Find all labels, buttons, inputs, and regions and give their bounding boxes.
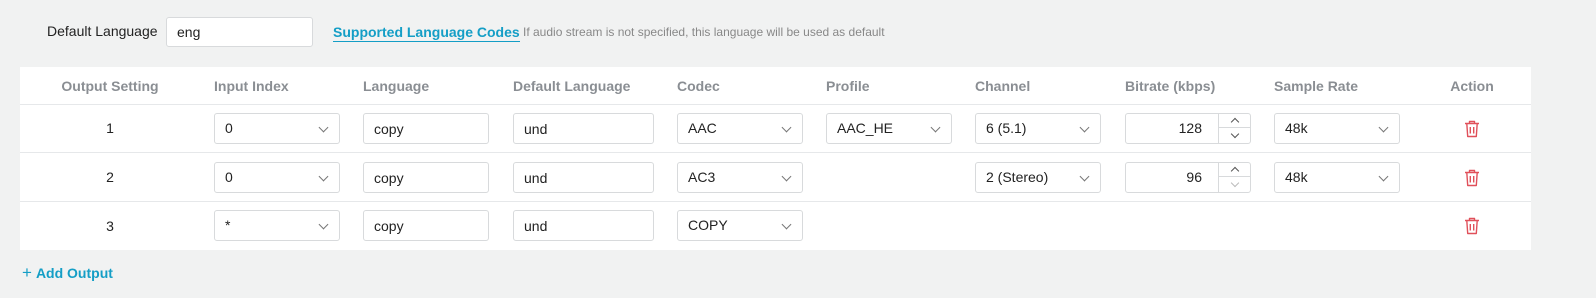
header-profile: Profile — [826, 78, 870, 94]
input-index-value: * — [225, 217, 231, 233]
trash-icon[interactable] — [1464, 169, 1480, 187]
language-input[interactable] — [363, 113, 489, 144]
default-language-label: Default Language — [47, 23, 158, 39]
profile-select[interactable]: AAC_HE — [826, 113, 952, 144]
add-output-label: Add Output — [35, 265, 113, 281]
chevron-down-icon — [930, 122, 941, 133]
audio-output-table: Output Setting Input Index Language Defa… — [20, 67, 1531, 250]
plus-icon: + — [22, 263, 32, 282]
channel-select[interactable]: 2 (Stereo) — [975, 162, 1101, 193]
header-sample-rate: Sample Rate — [1274, 78, 1359, 94]
default-language-field[interactable] — [513, 162, 654, 193]
default-language-field[interactable] — [513, 210, 654, 241]
table-row: 2 0 AC3 2 (Stereo) 96 48k — [20, 153, 1531, 202]
bitrate-value[interactable]: 96 — [1126, 163, 1218, 192]
chevron-down-icon — [1378, 171, 1389, 182]
input-index-select[interactable]: 0 — [214, 162, 340, 193]
stepper-controls — [1218, 163, 1250, 192]
table-row: 1 0 AAC AAC_HE 6 (5.1) 128 48k — [20, 105, 1531, 153]
table-row: 3 * COPY — [20, 202, 1531, 250]
default-language-row: Default Language Supported Language Code… — [0, 17, 1596, 47]
profile-value: AAC_HE — [837, 120, 894, 136]
channel-value: 6 (5.1) — [986, 120, 1027, 136]
sample-rate-select[interactable]: 48k — [1274, 162, 1400, 193]
chevron-down-icon — [781, 171, 792, 182]
codec-value: AC3 — [688, 169, 716, 185]
chevron-down-icon — [1079, 171, 1090, 182]
sample-rate-value: 48k — [1285, 120, 1308, 136]
channel-value: 2 (Stereo) — [986, 169, 1049, 185]
header-channel: Channel — [975, 78, 1031, 94]
header-output-setting: Output Setting — [61, 78, 159, 94]
language-input[interactable] — [363, 210, 489, 241]
header-codec: Codec — [677, 78, 720, 94]
codec-value: COPY — [688, 217, 728, 233]
input-index-value: 0 — [225, 169, 233, 185]
decrement-button[interactable] — [1219, 178, 1250, 192]
decrement-button[interactable] — [1219, 129, 1250, 143]
table-header: Output Setting Input Index Language Defa… — [20, 67, 1531, 105]
input-index-select[interactable]: * — [214, 210, 340, 241]
header-action: Action — [1450, 78, 1494, 94]
codec-value: AAC — [688, 120, 717, 136]
chevron-down-icon — [1378, 122, 1389, 133]
codec-select[interactable]: AAC — [677, 113, 803, 144]
output-setting-number: 2 — [106, 169, 114, 185]
channel-select[interactable]: 6 (5.1) — [975, 113, 1101, 144]
default-language-field[interactable] — [513, 113, 654, 144]
chevron-down-icon — [318, 122, 329, 133]
output-setting-number: 1 — [106, 120, 114, 136]
bitrate-stepper[interactable]: 96 — [1125, 162, 1251, 193]
chevron-down-icon — [781, 219, 792, 230]
header-bitrate: Bitrate (kbps) — [1125, 78, 1216, 94]
increment-button[interactable] — [1219, 163, 1250, 177]
chevron-down-icon — [781, 122, 792, 133]
bitrate-stepper[interactable]: 128 — [1125, 113, 1251, 144]
trash-icon[interactable] — [1464, 217, 1480, 235]
add-output-button[interactable]: + Add Output — [22, 263, 113, 283]
output-setting-number: 3 — [106, 218, 114, 234]
input-index-select[interactable]: 0 — [214, 113, 340, 144]
default-language-input[interactable] — [166, 17, 313, 47]
supported-language-codes-link[interactable]: Supported Language Codes — [333, 24, 520, 42]
input-index-value: 0 — [225, 120, 233, 136]
increment-button[interactable] — [1219, 114, 1250, 128]
header-language: Language — [363, 78, 430, 94]
chevron-down-icon — [318, 171, 329, 182]
bitrate-value[interactable]: 128 — [1126, 114, 1218, 143]
trash-icon[interactable] — [1464, 120, 1480, 138]
language-input[interactable] — [363, 162, 489, 193]
sample-rate-select[interactable]: 48k — [1274, 113, 1400, 144]
sample-rate-value: 48k — [1285, 169, 1308, 185]
header-input-index: Input Index — [214, 78, 289, 94]
chevron-down-icon — [1079, 122, 1090, 133]
codec-select[interactable]: COPY — [677, 210, 803, 241]
chevron-down-icon — [318, 219, 329, 230]
stepper-controls — [1218, 114, 1250, 143]
header-default-language: Default Language — [513, 78, 631, 94]
default-language-hint: If audio stream is not specified, this l… — [523, 25, 885, 39]
codec-select[interactable]: AC3 — [677, 162, 803, 193]
